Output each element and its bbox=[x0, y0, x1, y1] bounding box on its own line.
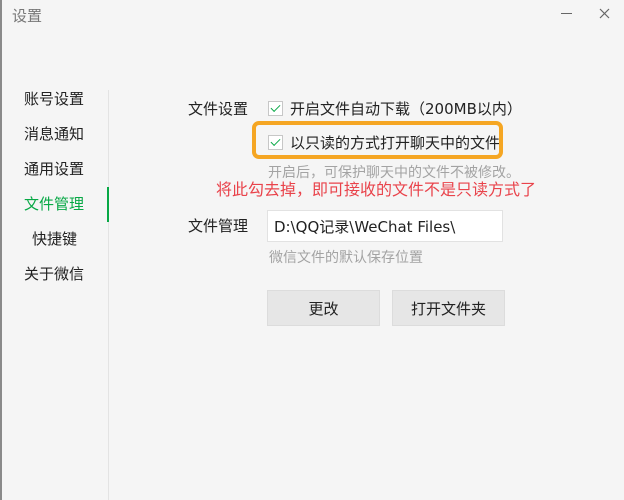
sidebar-item-shortcuts[interactable]: 快捷键 bbox=[0, 222, 108, 257]
minimize-button[interactable] bbox=[552, 0, 580, 26]
sidebar-divider bbox=[108, 90, 109, 500]
auto-download-checkbox[interactable] bbox=[268, 101, 283, 116]
settings-window: 设置 账号设置 消息通知 通用设置 文件管理 快捷键 关于微信 文件设置 开启文… bbox=[0, 0, 624, 500]
sidebar-item-notifications[interactable]: 消息通知 bbox=[0, 117, 108, 152]
sidebar-item-about[interactable]: 关于微信 bbox=[0, 257, 108, 292]
sidebar-active-indicator bbox=[107, 187, 109, 222]
file-path-hint: 微信文件的默认保存位置 bbox=[269, 250, 423, 266]
open-folder-button[interactable]: 打开文件夹 bbox=[392, 290, 505, 326]
change-path-button[interactable]: 更改 bbox=[267, 290, 380, 326]
sidebar: 账号设置 消息通知 通用设置 文件管理 快捷键 关于微信 bbox=[0, 82, 108, 292]
auto-download-label: 开启文件自动下载（200MB以内） bbox=[290, 100, 522, 118]
sidebar-item-general[interactable]: 通用设置 bbox=[0, 152, 108, 187]
close-icon bbox=[599, 8, 609, 18]
sidebar-item-account[interactable]: 账号设置 bbox=[0, 82, 108, 117]
auto-download-option[interactable]: 开启文件自动下载（200MB以内） bbox=[268, 98, 522, 119]
minimize-icon bbox=[560, 12, 572, 14]
sidebar-item-file-management[interactable]: 文件管理 bbox=[0, 187, 108, 222]
window-title: 设置 bbox=[12, 7, 43, 25]
close-button[interactable] bbox=[590, 0, 618, 26]
checkmark-icon bbox=[270, 102, 281, 113]
annotation-text: 将此勾去掉，即可接收的文件不是只读方式了 bbox=[216, 180, 537, 199]
annotation-highlight-box bbox=[252, 121, 503, 159]
file-path-input[interactable] bbox=[267, 210, 503, 242]
file-management-label: 文件管理 bbox=[188, 217, 249, 235]
file-settings-label: 文件设置 bbox=[188, 100, 249, 118]
